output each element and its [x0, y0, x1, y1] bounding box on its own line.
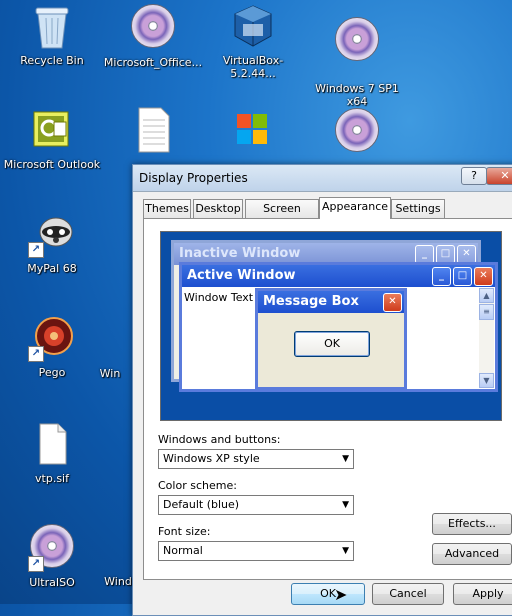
color-scheme-value: Default (blue): [163, 498, 240, 511]
preview-scrollbar: ▲ ≡ ▼: [479, 288, 494, 388]
message-box-preview: Message Box ✕ OK: [255, 288, 407, 390]
ok-button[interactable]: OK: [291, 583, 365, 605]
apply-button[interactable]: Apply: [453, 583, 512, 605]
tab-themes[interactable]: Themes: [143, 199, 191, 218]
font-size-select[interactable]: Normal ▼: [158, 541, 354, 561]
color-scheme-label: Color scheme:: [158, 479, 237, 492]
windows-buttons-value: Windows XP style: [163, 452, 260, 465]
chevron-down-icon: ▼: [342, 546, 349, 556]
outlook-item[interactable]: Microsoft Outlook: [2, 106, 102, 171]
disc-icon: [129, 4, 177, 52]
message-box-title: Message Box ✕: [258, 291, 404, 313]
help-button[interactable]: ?: [461, 167, 487, 185]
font-size-label: Font size:: [158, 525, 211, 538]
active-window-title: Active Window _ □ ✕: [182, 265, 495, 287]
office-installer-label: Microsoft_Office...: [103, 56, 203, 69]
close-icon: ✕: [383, 293, 402, 312]
tab-desktop[interactable]: Desktop: [193, 199, 243, 218]
advanced-button[interactable]: Advanced: [432, 543, 512, 565]
text-file-item[interactable]: [103, 106, 203, 158]
window-text-sample: Window Text: [184, 291, 254, 304]
display-properties-window: Display Properties ? ✕ Themes Desktop Sc…: [132, 164, 512, 616]
virtualbox-item[interactable]: VirtualBox-5.2.44...: [203, 2, 303, 80]
window-title: Display Properties: [139, 171, 248, 185]
office-installer-item[interactable]: Microsoft_Office...: [103, 2, 203, 69]
recycle-bin-icon-item[interactable]: Recycle Bin: [2, 2, 102, 67]
outlook-label: Microsoft Outlook: [3, 158, 101, 171]
mypal-label: MyPal 68: [27, 262, 77, 275]
virtualbox-label: VirtualBox-5.2.44...: [222, 54, 284, 80]
close-button[interactable]: ✕: [486, 167, 512, 185]
windows-update-item[interactable]: [203, 106, 303, 158]
message-box-title-text: Message Box: [263, 294, 359, 309]
font-size-value: Normal: [163, 544, 203, 557]
pego-icon: ↗: [28, 314, 76, 362]
scroll-thumb: ≡: [479, 304, 494, 320]
windows-buttons-label: Windows and buttons:: [158, 433, 281, 446]
partial-label: Wind: [104, 575, 132, 588]
windows-logo-icon: [229, 106, 277, 154]
windows-buttons-select[interactable]: Windows XP style ▼: [158, 449, 354, 469]
vtp-file-item[interactable]: vtp.sif: [2, 420, 102, 485]
cancel-button[interactable]: Cancel: [372, 583, 444, 605]
chevron-down-icon: ▼: [342, 500, 349, 510]
tab-screen-saver[interactable]: Screen Saver: [245, 199, 319, 232]
chevron-down-icon: ▼: [342, 454, 349, 464]
mypal-item[interactable]: ↗ MyPal 68: [2, 210, 102, 275]
shortcut-arrow-icon: ↗: [28, 556, 44, 572]
scroll-down-icon: ▼: [479, 373, 494, 388]
tab-settings[interactable]: Settings: [391, 199, 445, 218]
raccoon-icon: ↗: [28, 210, 76, 258]
virtualbox-icon: [229, 2, 277, 50]
maximize-icon: □: [453, 267, 472, 286]
text-file-icon: [129, 106, 177, 154]
file-icon: [28, 420, 76, 468]
active-window-title-text: Active Window: [187, 268, 296, 283]
windows7-iso-label: Windows 7 SP1 x64: [315, 82, 399, 108]
partial-label: Win: [99, 367, 121, 380]
tab-appearance[interactable]: Appearance: [319, 197, 391, 219]
disc-icon: [333, 108, 381, 156]
windows7-iso-item-2[interactable]: [307, 106, 407, 160]
effects-button[interactable]: Effects...: [432, 513, 512, 535]
preview-ok-button: OK: [294, 331, 370, 357]
inactive-window-title-text: Inactive Window: [179, 246, 301, 261]
recycle-bin-label: Recycle Bin: [20, 54, 84, 67]
appearance-preview: Inactive Window _ □ ✕ Active Window _ □ …: [160, 231, 502, 421]
windows7-iso-item[interactable]: Windows 7 SP1 x64: [307, 2, 407, 108]
shortcut-arrow-icon: ↗: [28, 242, 44, 258]
disc-icon: ↗: [28, 524, 76, 572]
vtp-file-label: vtp.sif: [35, 472, 69, 485]
mouse-cursor-icon: ➤: [334, 585, 348, 604]
scroll-up-icon: ▲: [479, 288, 494, 303]
shortcut-arrow-icon: ↗: [28, 346, 44, 362]
title-bar[interactable]: Display Properties ? ✕: [133, 165, 512, 192]
recycle-bin-icon: [28, 2, 76, 50]
appearance-panel: Inactive Window _ □ ✕ Active Window _ □ …: [143, 218, 512, 580]
minimize-icon: _: [432, 267, 451, 286]
outlook-icon: [28, 106, 76, 154]
disc-icon: [333, 17, 381, 65]
close-icon: ✕: [474, 267, 493, 286]
color-scheme-select[interactable]: Default (blue) ▼: [158, 495, 354, 515]
